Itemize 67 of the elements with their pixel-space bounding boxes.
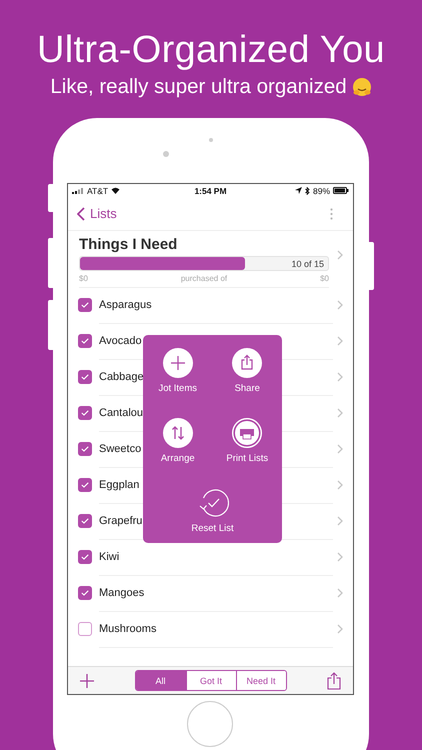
headline-subtitle: Like, really super ultra organized: [50, 75, 347, 99]
chevron-icon: [337, 300, 343, 310]
back-button[interactable]: Lists: [77, 206, 117, 221]
filter-tab[interactable]: All: [136, 671, 186, 690]
menu-action-label[interactable]: Print Lists: [226, 453, 268, 464]
check-icon: [81, 518, 89, 524]
add-icon[interactable]: [80, 674, 94, 688]
checkbox[interactable]: [78, 478, 92, 492]
chevron-icon: [77, 206, 85, 220]
hugging-face-icon: [352, 77, 372, 97]
filter-tab[interactable]: Got It: [186, 671, 236, 690]
bluetooth-icon: [304, 186, 310, 194]
headline-title: Ultra-Organized You: [37, 28, 385, 72]
item-name[interactable]: Mushrooms: [99, 610, 333, 648]
progress-reading: 10 of 15: [291, 258, 325, 268]
chevron-icon: [337, 444, 343, 454]
signal-icon: [72, 188, 84, 194]
carrier-label: AT&T: [87, 186, 108, 196]
checkbox[interactable]: [78, 334, 92, 348]
check-icon: [81, 446, 89, 452]
location-icon: [294, 187, 302, 194]
menu-action-label[interactable]: Share: [234, 383, 260, 394]
chevron-icon: [337, 588, 343, 598]
check-icon: [81, 302, 89, 308]
check-icon: [81, 374, 89, 380]
plus-icon: [162, 348, 193, 378]
chevron-icon: [337, 408, 343, 418]
check-icon: [81, 482, 89, 488]
battery-icon: [333, 187, 349, 194]
list-title: Things I Need: [79, 236, 178, 254]
chevron-icon: [337, 516, 343, 526]
check-icon: [81, 338, 89, 344]
sensor-dot: [209, 138, 213, 142]
item-name[interactable]: Asparagus: [99, 286, 333, 324]
chevron-icon: [337, 250, 343, 260]
checkbox[interactable]: [78, 514, 92, 528]
chevron-icon: [337, 624, 343, 634]
menu-action-label[interactable]: Jot Items: [158, 383, 198, 394]
checkbox[interactable]: [78, 586, 92, 600]
check-icon: [81, 590, 89, 596]
wifi-icon: [111, 187, 120, 194]
checkbox[interactable]: [78, 622, 92, 636]
menu-action-label[interactable]: Arrange: [160, 453, 195, 464]
share-icon[interactable]: [327, 672, 341, 690]
checkbox[interactable]: [78, 370, 92, 384]
checkbox[interactable]: [78, 298, 92, 312]
filter-tab[interactable]: Need It: [236, 671, 286, 690]
clock-time: 1:54 PM: [194, 186, 227, 196]
check-icon: [81, 554, 89, 560]
swap-arrows-icon: [162, 418, 193, 448]
share-icon: [232, 348, 262, 378]
menu-action-label[interactable]: Reset List: [191, 523, 234, 534]
chevron-icon: [337, 552, 343, 562]
chevron-icon: [337, 372, 343, 382]
printer-icon: [232, 418, 262, 448]
total-amount: $0: [320, 274, 329, 283]
purchased-caption: purchased of: [180, 274, 228, 283]
checkbox[interactable]: [78, 406, 92, 420]
chevron-icon: [337, 336, 343, 346]
item-name[interactable]: Mangoes: [99, 574, 333, 612]
spent-amount: $0: [79, 274, 88, 283]
check-icon: [81, 410, 89, 416]
chevron-icon: [337, 480, 343, 490]
checkbox[interactable]: [78, 550, 92, 564]
checkbox[interactable]: [78, 442, 92, 456]
camera-dot: [163, 151, 169, 157]
battery-percent: 89%: [312, 186, 330, 196]
